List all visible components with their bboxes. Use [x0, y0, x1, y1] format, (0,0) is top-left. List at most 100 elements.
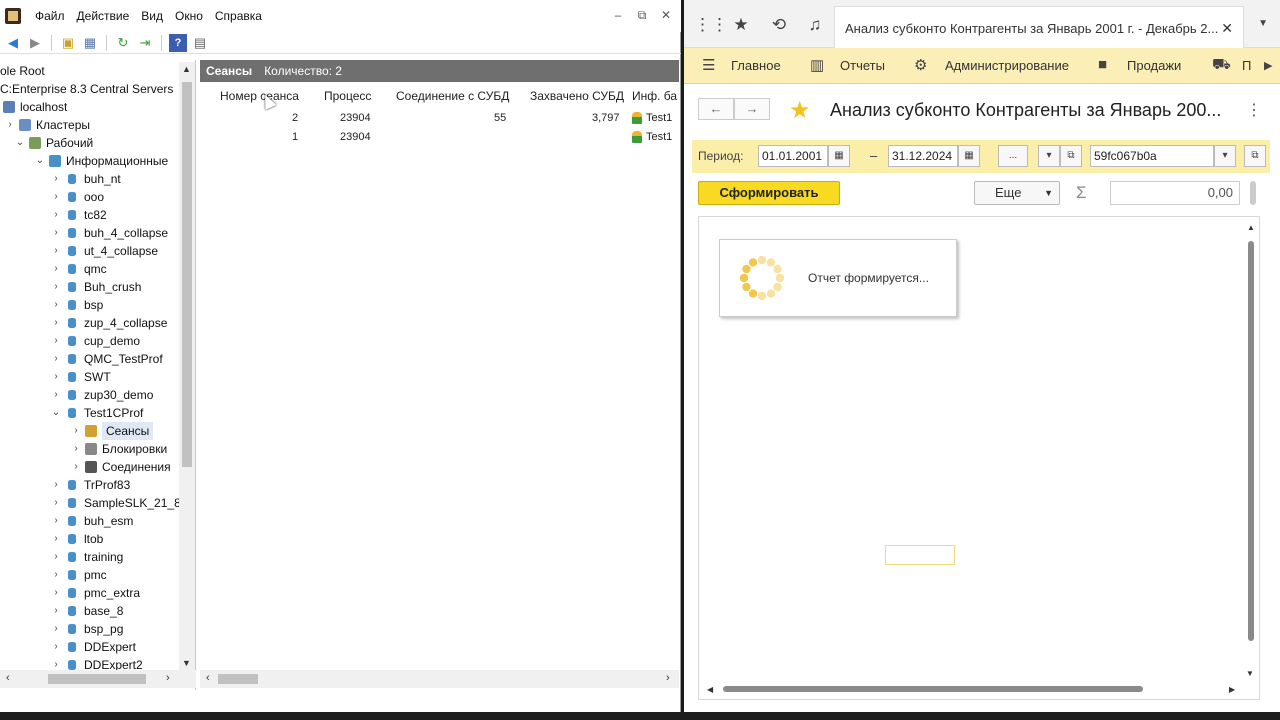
date-from-field[interactable]: 01.01.2001 — [758, 145, 828, 167]
tree-scroll-thumb[interactable] — [182, 82, 192, 467]
tree-item[interactable]: › buh_nt — [50, 170, 120, 188]
date-to-field[interactable]: 31.12.2024 — [888, 145, 958, 167]
chevron-right-icon[interactable]: › — [70, 458, 82, 476]
chevron-right-icon[interactable]: › — [50, 278, 62, 296]
scroll-left-icon[interactable]: ‹ — [6, 672, 10, 684]
tree-item[interactable]: › buh_4_collapse — [50, 224, 168, 242]
chevron-right-icon[interactable]: › — [50, 476, 62, 494]
tree-horizontal-scrollbar[interactable]: ‹ › — [0, 670, 196, 688]
sum-sigma-icon[interactable]: Σ — [1076, 183, 1087, 203]
tree-item[interactable]: › SampleSLK_21_8: — [50, 494, 184, 512]
chevron-down-icon[interactable]: ⌄ — [14, 134, 26, 152]
scroll-down-icon[interactable]: ▼ — [1246, 669, 1254, 678]
tree-item[interactable]: › Сеансы — [70, 422, 154, 440]
report-vertical-scrollbar[interactable]: ▲ — [1247, 223, 1255, 663]
help-icon[interactable]: ? — [169, 33, 187, 52]
report-spreadsheet[interactable]: Отчет формируется... ▲ ▼ ◀ ▶ — [698, 216, 1260, 700]
tree-item[interactable]: › zup30_demo — [50, 386, 153, 404]
restore-button[interactable]: ⧉ — [635, 8, 649, 23]
tree-item[interactable]: › base_8 — [50, 602, 123, 620]
scroll-right-icon[interactable]: › — [666, 672, 670, 684]
selected-cell[interactable] — [885, 545, 955, 565]
period-select-button[interactable]: ... — [998, 145, 1028, 167]
tree-item[interactable]: › TrProf83 — [50, 476, 130, 494]
tree-item[interactable]: › Buh_crush — [50, 278, 141, 296]
tabs-menu-chevron-icon[interactable]: ▼ — [1258, 18, 1268, 29]
chevron-right-icon[interactable]: › — [50, 350, 62, 368]
calendar-icon[interactable]: ▦ — [958, 145, 980, 167]
tree-item[interactable]: › bsp — [50, 296, 103, 314]
chevron-right-icon[interactable]: › — [50, 386, 62, 404]
col-process[interactable]: Процесс — [324, 89, 371, 103]
tree-item[interactable]: › ltob — [50, 530, 103, 548]
close-tab-icon[interactable]: ✕ — [1221, 20, 1233, 37]
dropdown-chevron-icon[interactable]: ▾ — [1214, 145, 1236, 167]
scroll-right-icon[interactable]: ▶ — [1229, 685, 1235, 694]
chevron-down-icon[interactable]: ⌄ — [50, 404, 62, 422]
tree-item[interactable]: › Соединения — [70, 458, 170, 476]
dropdown-chevron-icon[interactable]: ▾ — [1038, 145, 1060, 167]
tree-item[interactable]: › buh_esm — [50, 512, 133, 530]
scroll-up-icon[interactable]: ▲ — [182, 64, 191, 74]
back-arrow-icon[interactable]: ◀ — [4, 34, 22, 52]
section-main[interactable]: Главное — [731, 58, 781, 73]
tree-item[interactable]: › ooo — [50, 188, 104, 206]
col-db-captured[interactable]: Захвачено СУБД — [530, 89, 624, 103]
section-administration[interactable]: Администрирование — [945, 58, 1069, 73]
tree-vertical-scrollbar[interactable]: ▲ ▼ — [179, 62, 195, 670]
menu-window[interactable]: Окно — [169, 0, 209, 32]
chevron-right-icon[interactable]: › — [50, 638, 62, 656]
show-tree-icon[interactable]: ▦ — [81, 34, 99, 52]
chevron-right-icon[interactable]: › — [50, 512, 62, 530]
tree-item[interactable]: localhost — [0, 98, 67, 116]
report-hscroll-thumb[interactable] — [723, 686, 1143, 692]
tree-item[interactable]: ⌄ Рабочий — [14, 134, 93, 152]
minimize-button[interactable]: – — [611, 8, 625, 23]
tree-item[interactable]: ole Root — [0, 62, 45, 80]
section-next[interactable]: П — [1242, 58, 1251, 73]
chevron-right-icon[interactable]: › — [50, 224, 62, 242]
sections-scroll-right-icon[interactable]: ▶ — [1264, 59, 1272, 72]
tree-item[interactable]: › QMC_TestProf — [50, 350, 162, 368]
menu-file[interactable]: Файл — [29, 0, 71, 32]
chevron-right-icon[interactable]: › — [50, 170, 62, 188]
scroll-right-icon[interactable]: › — [166, 672, 170, 684]
scroll-left-icon[interactable]: ‹ — [206, 672, 210, 684]
chevron-right-icon[interactable]: › — [50, 332, 62, 350]
chevron-right-icon[interactable]: › — [50, 206, 62, 224]
notifications-bell-icon[interactable]: ♫ — [804, 14, 826, 36]
calendar-icon[interactable]: ▦ — [828, 145, 850, 167]
up-folder-icon[interactable]: ▣ — [59, 34, 77, 52]
properties-icon[interactable]: ▤ — [191, 34, 209, 52]
scroll-up-icon[interactable]: ▲ — [1247, 223, 1255, 232]
chevron-right-icon[interactable]: › — [50, 242, 62, 260]
menu-action[interactable]: Действие — [71, 0, 136, 32]
chevron-down-icon[interactable]: ⌄ — [34, 152, 46, 170]
report-vscroll-thumb[interactable] — [1248, 241, 1254, 641]
more-button[interactable]: Еще ▼ — [974, 181, 1060, 205]
chevron-right-icon[interactable]: › — [50, 314, 62, 332]
favorites-star-icon[interactable]: ★ — [730, 14, 752, 36]
forward-arrow-icon[interactable]: ▶ — [26, 34, 44, 52]
chevron-right-icon[interactable]: › — [70, 440, 82, 458]
menu-hamburger-icon[interactable]: ☰ — [702, 56, 715, 74]
chevron-right-icon[interactable]: › — [70, 422, 82, 440]
chevron-right-icon[interactable]: › — [50, 368, 62, 386]
apps-grid-icon[interactable]: ⋮⋮ — [694, 14, 728, 36]
sum-scrollbar[interactable] — [1250, 181, 1256, 205]
tree-item[interactable]: › ut_4_collapse — [50, 242, 158, 260]
history-icon[interactable]: ⟲ — [768, 14, 790, 36]
tree-item[interactable]: › bsp_pg — [50, 620, 123, 638]
tab-report[interactable]: Анализ субконто Контрагенты за Январь 20… — [834, 6, 1244, 48]
menu-help[interactable]: Справка — [209, 0, 268, 32]
chevron-right-icon[interactable]: › — [50, 602, 62, 620]
tree-item[interactable]: › pmc — [50, 566, 106, 584]
tree-item[interactable]: › DDExpert — [50, 638, 136, 656]
tree-hscroll-thumb[interactable] — [48, 674, 146, 684]
tree-item[interactable]: ⌄ Информационные — [34, 152, 168, 170]
tree-item[interactable]: C:Enterprise 8.3 Central Servers — [0, 80, 173, 98]
menu-view[interactable]: Вид — [135, 0, 169, 32]
form-more-icon[interactable]: ⋮ — [1246, 100, 1262, 120]
scroll-left-icon[interactable]: ◀ — [707, 685, 713, 694]
tree-item[interactable]: › pmc_extra — [50, 584, 140, 602]
